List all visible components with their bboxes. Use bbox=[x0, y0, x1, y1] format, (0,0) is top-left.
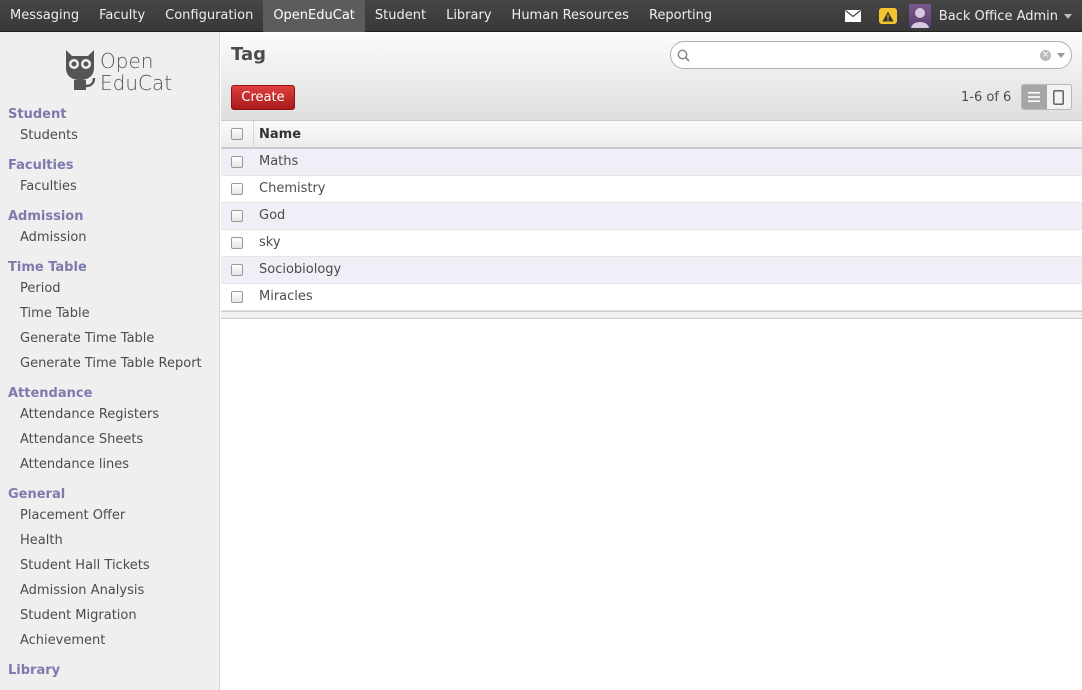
sidebar-item-attendance-sheets[interactable]: Attendance Sheets bbox=[20, 432, 143, 447]
row-checkbox[interactable] bbox=[231, 156, 243, 168]
table-row[interactable]: Sociobiology bbox=[221, 257, 1082, 284]
mail-icon[interactable] bbox=[844, 8, 861, 24]
logo-line-2: EduCat bbox=[100, 71, 173, 95]
sidebar-item-students[interactable]: Students bbox=[20, 128, 78, 143]
sidebar-item-achievement[interactable]: Achievement bbox=[20, 633, 105, 648]
menu-faculty[interactable]: Faculty bbox=[89, 0, 155, 32]
form-view-button[interactable] bbox=[1047, 85, 1072, 109]
list-view-button[interactable] bbox=[1022, 85, 1047, 109]
table-row[interactable]: Miracles bbox=[221, 284, 1082, 311]
view-switcher bbox=[1021, 84, 1072, 110]
menu-messaging[interactable]: Messaging bbox=[0, 0, 89, 32]
table-row[interactable]: Maths bbox=[221, 149, 1082, 176]
column-header-name[interactable]: Name bbox=[259, 127, 301, 142]
cell-name: Miracles bbox=[259, 289, 313, 304]
select-all-checkbox[interactable] bbox=[231, 128, 243, 140]
sidebar-item-attendance-registers[interactable]: Attendance Registers bbox=[20, 407, 159, 422]
section-time-table: Time Table bbox=[8, 260, 87, 275]
menu-library[interactable]: Library bbox=[436, 0, 501, 32]
sidebar-item-admission[interactable]: Admission bbox=[20, 230, 87, 245]
sidebar-item-attendance-lines[interactable]: Attendance lines bbox=[20, 457, 129, 472]
list-view-icon bbox=[1028, 92, 1041, 102]
menu-reporting[interactable]: Reporting bbox=[639, 0, 722, 32]
sidebar-item-generate-time-table-report[interactable]: Generate Time Table Report bbox=[20, 356, 202, 371]
sidebar-item-period[interactable]: Period bbox=[20, 281, 61, 296]
row-checkbox[interactable] bbox=[231, 237, 243, 249]
table-row[interactable]: God bbox=[221, 203, 1082, 230]
sidebar-item-student-migration[interactable]: Student Migration bbox=[20, 608, 137, 623]
top-navbar: Messaging Faculty Configuration OpenEduC… bbox=[0, 0, 1082, 32]
clear-search-icon[interactable]: × bbox=[1040, 50, 1051, 61]
cell-name: Maths bbox=[259, 154, 299, 169]
menu-openeducat[interactable]: OpenEduCat bbox=[263, 0, 365, 32]
row-checkbox[interactable] bbox=[231, 183, 243, 195]
table-row[interactable]: sky bbox=[221, 230, 1082, 257]
user-area: Back Office Admin bbox=[844, 0, 1072, 32]
avatar[interactable] bbox=[908, 4, 931, 28]
control-panel: Tag × Create 1-6 of 6 bbox=[221, 32, 1082, 121]
table-row[interactable]: Chemistry bbox=[221, 176, 1082, 203]
page-title: Tag bbox=[231, 44, 266, 65]
form-view-icon bbox=[1053, 89, 1065, 105]
column-divider bbox=[253, 121, 254, 149]
search-icon bbox=[677, 49, 690, 62]
owl-logo-icon bbox=[66, 50, 96, 90]
sidebar-item-faculties[interactable]: Faculties bbox=[20, 179, 77, 194]
warning-icon[interactable] bbox=[878, 8, 897, 24]
section-admission: Admission bbox=[8, 209, 84, 224]
search-options-dropdown-icon[interactable] bbox=[1057, 53, 1065, 58]
user-name[interactable]: Back Office Admin bbox=[939, 9, 1058, 24]
row-checkbox[interactable] bbox=[231, 264, 243, 276]
section-library: Library bbox=[8, 663, 61, 678]
table-footer bbox=[221, 311, 1082, 319]
sidebar-item-student-hall-tickets[interactable]: Student Hall Tickets bbox=[20, 558, 150, 573]
main-content: Tag × Create 1-6 of 6 Name Maths Chemist… bbox=[221, 32, 1082, 690]
row-checkbox[interactable] bbox=[231, 291, 243, 303]
cell-name: Chemistry bbox=[259, 181, 326, 196]
sidebar-item-admission-analysis[interactable]: Admission Analysis bbox=[20, 583, 144, 598]
section-attendance: Attendance bbox=[8, 386, 93, 401]
section-student: Student bbox=[8, 107, 67, 122]
cell-name: God bbox=[259, 208, 286, 223]
cell-name: sky bbox=[259, 235, 281, 250]
menu-configuration[interactable]: Configuration bbox=[155, 0, 263, 32]
search-box[interactable]: × bbox=[670, 41, 1072, 69]
menu-student[interactable]: Student bbox=[365, 0, 436, 32]
cell-name: Sociobiology bbox=[259, 262, 342, 277]
logo-text: Open EduCat bbox=[100, 50, 172, 94]
chevron-down-icon[interactable] bbox=[1064, 13, 1072, 19]
section-faculties: Faculties bbox=[8, 158, 74, 173]
search-input[interactable] bbox=[695, 46, 1035, 64]
menu-human-resources[interactable]: Human Resources bbox=[502, 0, 639, 32]
logo-line-1: Open bbox=[100, 49, 154, 73]
pager-value[interactable]: 1-6 of 6 bbox=[961, 90, 1011, 105]
section-general: General bbox=[8, 487, 66, 502]
openeducat-logo[interactable]: Open EduCat bbox=[62, 46, 172, 94]
sidebar: Open EduCat Student Students Faculties F… bbox=[0, 32, 220, 690]
sidebar-item-health[interactable]: Health bbox=[20, 533, 63, 548]
row-checkbox[interactable] bbox=[231, 210, 243, 222]
sidebar-item-generate-time-table[interactable]: Generate Time Table bbox=[20, 331, 154, 346]
create-button[interactable]: Create bbox=[231, 85, 295, 110]
tag-list-table: Name Maths Chemistry God sky Sociobiolog… bbox=[221, 121, 1082, 319]
sidebar-item-placement-offer[interactable]: Placement Offer bbox=[20, 508, 125, 523]
sidebar-item-time-table[interactable]: Time Table bbox=[20, 306, 90, 321]
table-header: Name bbox=[221, 121, 1082, 149]
